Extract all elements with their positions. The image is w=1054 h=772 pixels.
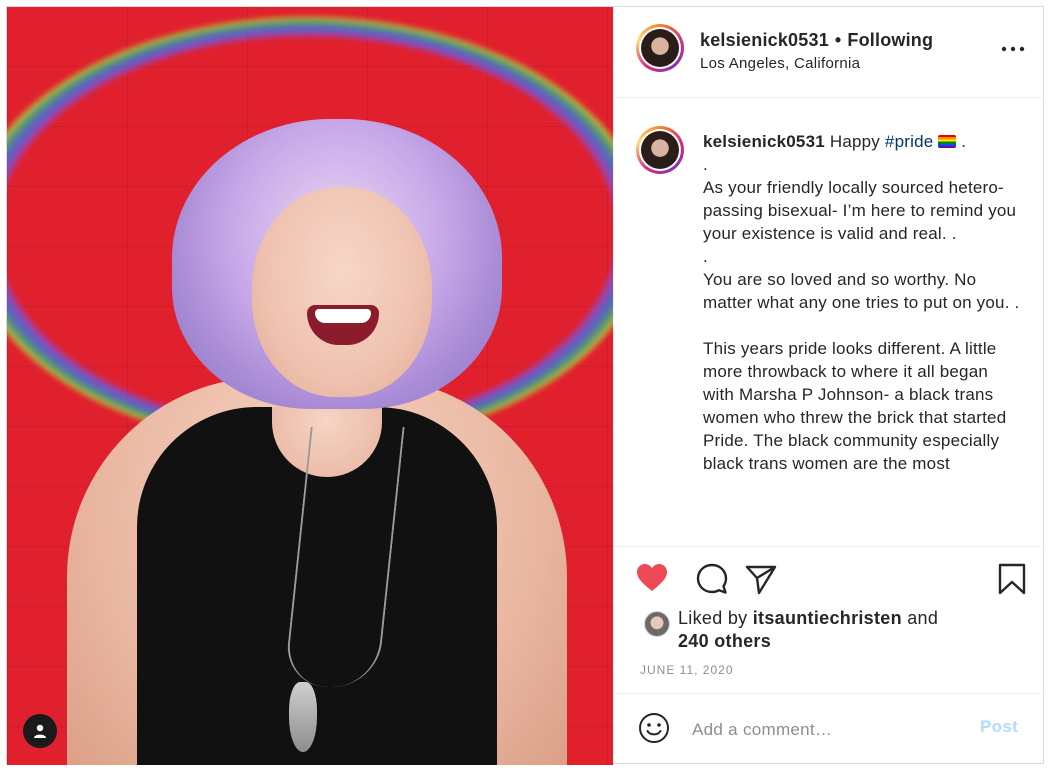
- caption-body: . As your friendly locally sourced heter…: [703, 155, 1020, 473]
- caption-text: kelsienick0531 Happy #pride . . As your …: [703, 130, 1023, 475]
- comment-icon: [696, 563, 728, 594]
- author-avatar[interactable]: [636, 24, 684, 72]
- post-photo[interactable]: [7, 7, 613, 765]
- hashtag-link[interactable]: #pride: [885, 132, 933, 151]
- comment-button[interactable]: [696, 563, 730, 595]
- like-button[interactable]: [636, 563, 670, 595]
- emoji-button[interactable]: [638, 712, 672, 746]
- emoji-icon: [639, 713, 669, 743]
- photo-subject-face: [252, 187, 432, 397]
- post-sidebar: kelsienick0531 • Following Los Angeles, Ca…: [613, 7, 1044, 763]
- post-date[interactable]: JUNE 11, 2020: [640, 663, 734, 677]
- caption-area[interactable]: kelsienick0531 Happy #pride . . As your …: [614, 98, 1044, 547]
- liked-by-prefix: Liked by: [678, 608, 753, 628]
- more-options-button[interactable]: [998, 37, 1028, 61]
- liked-by-and: and: [901, 608, 939, 628]
- likes-summary: Liked by itsauntiechristen and 240 others: [614, 607, 1044, 657]
- bookmark-icon: [998, 563, 1026, 595]
- rainbow-flag-icon: [938, 135, 957, 148]
- photo-subject-pendant: [289, 682, 317, 752]
- caption-greeting: Happy: [829, 132, 885, 151]
- user-icon: [34, 724, 46, 738]
- comment-input[interactable]: [690, 714, 964, 746]
- others-count-link[interactable]: 240 others: [678, 631, 771, 651]
- heart-icon: [637, 564, 667, 591]
- caption-after-flag: .: [956, 132, 967, 151]
- caption-username[interactable]: kelsienick0531: [703, 132, 825, 151]
- action-bar: [614, 557, 1044, 597]
- liked-by-text: Liked by itsauntiechristen and 240 others: [678, 607, 1008, 653]
- post-comment-button[interactable]: Post: [980, 717, 1018, 737]
- share-button[interactable]: [745, 563, 779, 595]
- author-username[interactable]: kelsienick0531: [700, 30, 829, 50]
- instagram-post: kelsienick0531 • Following Los Angeles, Ca…: [6, 6, 1044, 765]
- save-button[interactable]: [998, 563, 1032, 595]
- user-tag-button[interactable]: [23, 714, 57, 748]
- share-icon: [745, 565, 777, 595]
- header-separator: •: [834, 30, 842, 50]
- more-icon: [1001, 46, 1025, 52]
- caption-author-avatar[interactable]: [636, 126, 684, 174]
- liker-avatar[interactable]: [644, 611, 670, 637]
- liker-username[interactable]: itsauntiechristen: [753, 608, 902, 628]
- author-header-line: kelsienick0531 • Following: [700, 30, 933, 51]
- post-location[interactable]: Los Angeles, California: [700, 55, 860, 72]
- comment-composer: Post: [614, 693, 1044, 764]
- post-header: kelsienick0531 • Following Los Angeles, Ca…: [614, 7, 1044, 98]
- following-button[interactable]: Following: [847, 30, 933, 50]
